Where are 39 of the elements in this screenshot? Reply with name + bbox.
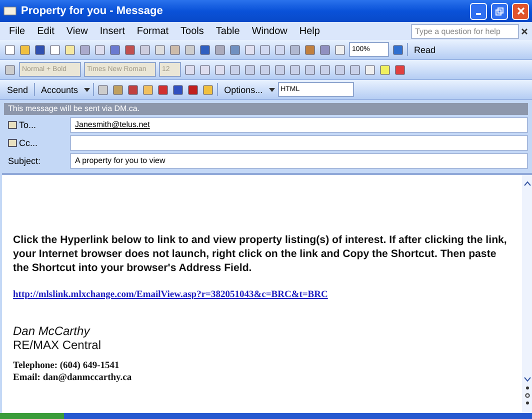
field-label: Subject:: [7, 156, 42, 166]
address-field[interactable]: [70, 135, 528, 151]
accounts-button[interactable]: Accounts: [38, 82, 82, 97]
caret-icon[interactable]: [268, 88, 275, 92]
body-paragraph: Click the Hyperlink below to link to and view property listing(s) of interest. If after clicking the link, your Internet browser does not launch, right click on the link and Copy the Shortcut. Then paste the Shortcut into your browser's Address Field.: [13, 233, 508, 275]
menu-item[interactable]: File: [4, 26, 30, 36]
send-button[interactable]: Send: [4, 82, 32, 97]
menu-item[interactable]: Table: [210, 26, 245, 36]
read-button[interactable]: Read: [411, 42, 439, 57]
contact-line: Telephone: (604) 649-1541: [13, 360, 120, 372]
restore-button[interactable]: [491, 2, 508, 20]
subject-field[interactable]: A property for you to view: [70, 153, 528, 169]
close-icon[interactable]: [521, 28, 528, 34]
window-title: Property for you - Message: [21, 5, 164, 17]
listing-link[interactable]: http://mlslink.mlxchange.com/EmailView.asp?r=382051043&c=BRC&t=BRC: [13, 290, 328, 300]
minimize-button[interactable]: [470, 2, 487, 20]
browse-icon[interactable]: [524, 385, 530, 406]
close-icon: [516, 7, 524, 15]
menu-item[interactable]: Help: [294, 26, 325, 36]
scroll-down-icon[interactable]: [524, 377, 530, 382]
signature-line: RE/MAX Central: [13, 338, 102, 352]
signature-line: Dan McCarthy: [13, 324, 92, 338]
address-button[interactable]: To...: [4, 120, 70, 130]
menu-item[interactable]: View: [61, 26, 93, 36]
close-button[interactable]: [512, 2, 529, 20]
menu-item[interactable]: Insert: [94, 26, 130, 36]
menu-item[interactable]: Window: [246, 26, 292, 36]
help-search-field[interactable]: Type a question for help: [411, 24, 519, 38]
address-field[interactable]: Janesmith@telus.net: [70, 117, 528, 133]
scroll-up-icon[interactable]: [524, 181, 530, 186]
restore-icon: [495, 6, 504, 16]
address-button[interactable]: Cc...: [4, 138, 70, 148]
menu-item[interactable]: Tools: [176, 26, 209, 36]
menu-item[interactable]: Edit: [32, 26, 60, 36]
caret-icon[interactable]: [84, 88, 90, 92]
contact-line: Email: dan@danmccarthy.ca: [13, 372, 133, 384]
menu-item[interactable]: Format: [132, 26, 174, 36]
info-bar: This message will be sent via DM.ca.: [4, 103, 528, 115]
options-button[interactable]: Options...: [221, 82, 266, 97]
